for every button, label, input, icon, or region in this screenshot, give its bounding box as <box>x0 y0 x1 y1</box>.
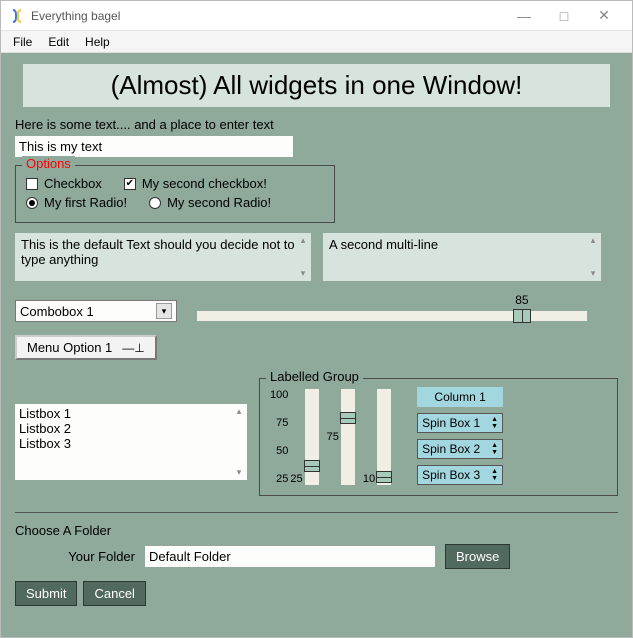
folder-section-label: Choose A Folder <box>15 523 618 538</box>
chevron-down-icon: ▾ <box>156 303 172 319</box>
vslider-3[interactable]: 10 <box>363 389 391 485</box>
checkbox-2-label: My second checkbox! <box>142 176 267 191</box>
spinbox-1[interactable]: Spin Box 1▲▼ <box>417 413 503 433</box>
option-menu[interactable]: Menu Option 1 —⊥ <box>15 335 157 360</box>
labelled-group-legend: Labelled Group <box>266 369 363 384</box>
listbox[interactable]: Listbox 1 Listbox 2 Listbox 3 ▴▾ <box>15 404 247 480</box>
radio-1-label: My first Radio! <box>44 195 127 210</box>
radio-2[interactable]: My second Radio! <box>149 195 271 210</box>
cancel-button[interactable]: Cancel <box>83 581 145 606</box>
menu-help[interactable]: Help <box>77 33 118 51</box>
option-menu-icon: —⊥ <box>122 341 144 355</box>
separator <box>15 512 618 513</box>
titlebar: Everything bagel — □ ✕ <box>1 1 632 31</box>
listbox-item-3[interactable]: Listbox 3 <box>19 436 243 451</box>
browse-button[interactable]: Browse <box>445 544 510 569</box>
combobox[interactable]: Combobox 1 ▾ <box>15 300 177 322</box>
horizontal-slider[interactable]: 85 <box>197 295 587 327</box>
hslider-thumb[interactable] <box>513 309 531 323</box>
vslider-2-value: 75 <box>327 431 339 443</box>
spinbox-2-arrows[interactable]: ▲▼ <box>491 442 498 456</box>
menubar: File Edit Help <box>1 31 632 53</box>
vslider-2[interactable]: 75 <box>327 389 355 485</box>
menu-edit[interactable]: Edit <box>40 33 77 51</box>
vslider-3-thumb[interactable] <box>376 471 392 483</box>
spinbox-2[interactable]: Spin Box 2▲▼ <box>417 439 503 459</box>
window-title: Everything bagel <box>31 9 120 23</box>
listbox-scrollbar[interactable]: ▴▾ <box>233 406 245 478</box>
window-root: Everything bagel — □ ✕ File Edit Help (A… <box>0 0 633 638</box>
labelled-group: Labelled Group 100 75 50 25 25 <box>259 378 618 496</box>
vslider-3-value: 10 <box>363 473 375 485</box>
multiline-1-scrollbar[interactable]: ▴▾ <box>297 235 309 279</box>
vslider-1[interactable]: 100 75 50 25 25 <box>270 389 319 485</box>
submit-button[interactable]: Submit <box>15 581 77 606</box>
multiline-1[interactable]: This is the default Text should you deci… <box>15 233 311 281</box>
options-legend: Options <box>22 156 75 171</box>
checkbox-1-label: Checkbox <box>44 176 102 191</box>
spinbox-3-arrows[interactable]: ▲▼ <box>491 468 498 482</box>
minimize-button[interactable]: — <box>504 8 544 24</box>
radio-2-dot <box>149 197 161 209</box>
radio-1-dot <box>26 197 38 209</box>
maximize-button[interactable]: □ <box>544 8 584 24</box>
spin-column-header: Column 1 <box>417 387 503 407</box>
spinbox-1-arrows[interactable]: ▲▼ <box>491 416 498 430</box>
multiline-2[interactable]: A second multi-line ▴▾ <box>323 233 601 281</box>
page-title: (Almost) All widgets in one Window! <box>23 64 610 107</box>
hslider-value: 85 <box>515 293 528 307</box>
spinbox-3[interactable]: Spin Box 3▲▼ <box>417 465 503 485</box>
menu-file[interactable]: File <box>5 33 40 51</box>
vslider-1-ticks: 100 75 50 25 <box>270 389 288 485</box>
folder-field-label: Your Folder <box>15 549 135 564</box>
multiline-1-text: This is the default Text should you deci… <box>21 237 295 267</box>
radio-2-label: My second Radio! <box>167 195 271 210</box>
listbox-item-2[interactable]: Listbox 2 <box>19 421 243 436</box>
multiline-2-text: A second multi-line <box>329 237 438 252</box>
radio-1[interactable]: My first Radio! <box>26 195 127 210</box>
checkbox-1[interactable]: Checkbox <box>26 176 102 191</box>
option-menu-label: Menu Option 1 <box>27 340 112 355</box>
vslider-3-track <box>377 389 391 485</box>
vslider-2-track <box>341 389 355 485</box>
vslider-1-thumb[interactable] <box>304 460 320 472</box>
options-frame: Options Checkbox ✔ My second checkbox! M… <box>15 165 335 223</box>
spin-column: Column 1 Spin Box 1▲▼ Spin Box 2▲▼ Spin … <box>417 387 503 485</box>
listbox-item-1[interactable]: Listbox 1 <box>19 406 243 421</box>
checkbox-1-box <box>26 178 38 190</box>
vslider-2-thumb[interactable] <box>340 412 356 424</box>
checkbox-2-box: ✔ <box>124 178 136 190</box>
vslider-1-track <box>305 389 319 485</box>
close-button[interactable]: ✕ <box>584 7 624 24</box>
folder-input[interactable] <box>145 546 435 567</box>
combobox-value: Combobox 1 <box>20 304 94 319</box>
vslider-1-value: 25 <box>290 473 302 485</box>
app-icon <box>9 8 25 24</box>
multiline-2-scrollbar[interactable]: ▴▾ <box>587 235 599 279</box>
checkbox-2[interactable]: ✔ My second checkbox! <box>124 176 267 191</box>
text-input[interactable] <box>15 136 293 157</box>
intro-text: Here is some text.... and a place to ent… <box>15 117 618 132</box>
content-area: (Almost) All widgets in one Window! Here… <box>1 54 632 637</box>
